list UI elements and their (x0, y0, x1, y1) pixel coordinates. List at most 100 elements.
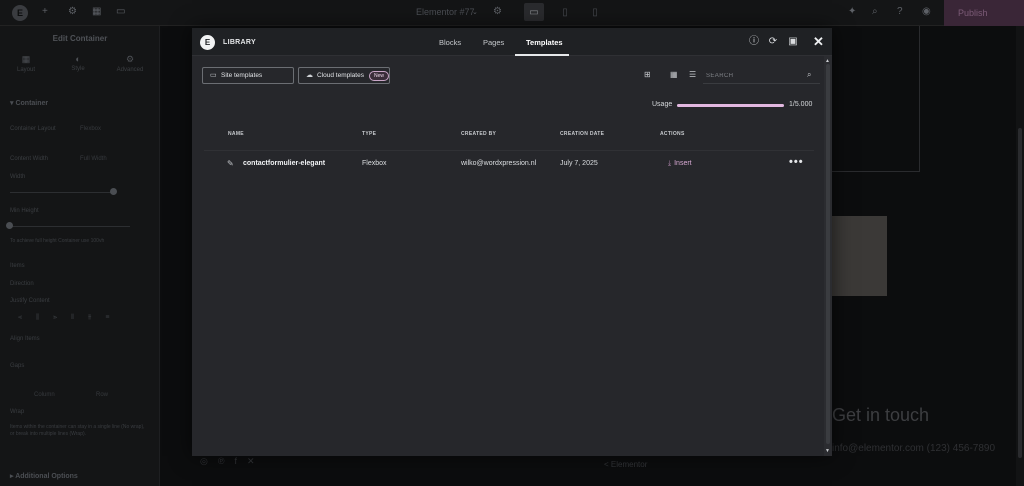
elementor-logo[interactable]: E (12, 5, 28, 21)
page-settings-icon[interactable]: ⚙ (493, 6, 502, 17)
container-layout-label: Container Layout (10, 126, 56, 132)
width-slider-track[interactable] (10, 192, 114, 193)
structure-icon[interactable]: ▦ (92, 6, 101, 17)
desktop-device-button[interactable]: ▭ (524, 3, 544, 21)
sync-icon[interactable]: ⟳ (767, 36, 779, 48)
instagram-icon: ◎ (200, 456, 208, 466)
publish-button[interactable]: Publish (944, 0, 1024, 26)
min-height-hint: To achieve full height Container use 100… (10, 238, 105, 244)
template-type: Flexbox (362, 160, 387, 167)
content-width-label: Content Width (10, 156, 49, 162)
site-templates-button[interactable]: ▭ Site templates (202, 67, 294, 84)
justify-end-icon[interactable]: ⫸ (53, 314, 57, 322)
justify-between-icon[interactable]: ⫴ (71, 314, 74, 322)
save-icon[interactable]: ▣ (787, 36, 799, 48)
usage-label: Usage (652, 101, 673, 108)
justify-evenly-icon[interactable]: ≡ (105, 314, 109, 322)
justify-start-icon[interactable]: ⫷ (18, 314, 22, 322)
x-icon: ✕ (247, 456, 255, 466)
section-additional-options[interactable]: ▸ Additional Options (10, 472, 78, 480)
more-options-icon[interactable]: ••• (789, 156, 804, 168)
container-layout-select[interactable]: Flexbox (80, 126, 101, 132)
gear-icon: ⚙ (125, 54, 135, 64)
justify-content-label: Justify Content (10, 298, 50, 304)
column-header-created-by: CREATED BY (461, 131, 497, 137)
editor-scrollbar-thumb[interactable] (1018, 128, 1022, 458)
new-badge: New (368, 70, 389, 81)
add-element-icon[interactable]: + (42, 6, 48, 17)
tab-style[interactable]: ◐ Style (52, 54, 104, 72)
tablet-icon: ▯ (562, 6, 568, 18)
document-title[interactable]: Elementor #77 (416, 7, 475, 17)
mobile-device-button[interactable]: ▯ (585, 3, 605, 21)
justify-around-icon[interactable]: ⫵ (88, 314, 91, 322)
preview-contact-line: info@elementor.com (123) 456-7890 (832, 443, 996, 454)
content-width-select[interactable]: Full Width (80, 156, 107, 162)
tablet-device-button[interactable]: ▯ (555, 3, 575, 21)
pencil-icon[interactable]: ✎ (227, 159, 234, 168)
edit-panel: Edit Container ▦ Layout ◐ Style ⚙ Advanced … (0, 26, 160, 486)
window-icon: ▭ (210, 72, 217, 79)
search-icon[interactable]: ⌕ (807, 70, 811, 80)
column-header-creation-date: CREATION DATE (560, 131, 605, 137)
min-height-slider-track[interactable] (10, 226, 130, 227)
usage-bar (677, 104, 784, 107)
cloud-icon: ☁ (306, 72, 313, 79)
comments-icon[interactable]: ▭ (116, 6, 125, 17)
tab-blocks[interactable]: Blocks (439, 38, 461, 47)
preview-container-outline (832, 26, 920, 172)
width-label: Width (10, 174, 26, 180)
editor-topbar: E + ⚙ ▦ ▭ Elementor #77 ⌄ ⚙ ▭ ▯ ▯ ✦ ⌕ ? … (0, 0, 1024, 26)
preview-eye-icon[interactable]: ◉ (922, 6, 931, 17)
section-container[interactable]: ▾ Container (10, 99, 48, 107)
library-scrollbar-thumb[interactable] (826, 64, 830, 444)
panel-title: Edit Container (52, 34, 108, 43)
grid-view-icon[interactable]: ▦ (670, 70, 678, 79)
library-title: LIBRARY (223, 39, 256, 46)
min-height-label: Min Height (10, 208, 39, 214)
tab-layout[interactable]: ▦ Layout (0, 54, 52, 73)
template-name[interactable]: contactformulier-elegant (243, 160, 325, 167)
list-view-icon[interactable]: ☰ (689, 70, 696, 79)
cloud-templates-button[interactable]: ☁ Cloud templates New (298, 67, 390, 84)
help-icon[interactable]: ? (897, 6, 903, 17)
facebook-icon: f (234, 456, 238, 466)
search-input[interactable] (706, 70, 801, 81)
editor-scrollbar[interactable] (1016, 26, 1024, 486)
direction-label: Direction (10, 281, 34, 287)
column-header-name: NAME (228, 131, 244, 137)
usage-value: 1/5.000 (789, 101, 813, 108)
download-icon: ⤓ (668, 160, 672, 167)
search-icon[interactable]: ⌕ (872, 6, 878, 17)
tab-templates[interactable]: Templates (526, 38, 563, 47)
preview-social-icons: ◎ ℗ f ✕ (200, 456, 255, 467)
site-settings-icon[interactable]: ⚙ (68, 6, 77, 17)
chevron-down-icon[interactable]: ⌄ (472, 8, 478, 16)
gaps-column-label: Column (34, 392, 55, 398)
preview-heading: Get in touch (832, 405, 930, 425)
scroll-down-icon[interactable]: ▼ (825, 448, 830, 454)
min-height-slider-handle[interactable] (6, 222, 13, 229)
ai-icon[interactable]: ✦ (848, 6, 856, 17)
wrap-hint: Items within the container can stay in a… (10, 424, 145, 437)
tab-advanced[interactable]: ⚙ Advanced (104, 54, 156, 73)
tab-pages[interactable]: Pages (483, 38, 504, 47)
template-created-by: wilko@wordxpression.nl (461, 160, 537, 167)
library-scrollbar[interactable]: ▲ ▼ (824, 56, 832, 456)
pinterest-icon: ℗ (217, 456, 225, 466)
insert-button[interactable]: ⤓ Insert (668, 160, 692, 168)
usage-bar-fill (677, 104, 784, 107)
style-icon: ◐ (75, 54, 81, 64)
wrap-label: Wrap (10, 409, 25, 415)
justify-center-icon[interactable]: ⫼ (36, 314, 39, 322)
close-icon[interactable]: ✕ (813, 34, 824, 50)
info-icon[interactable]: ⓘ (748, 36, 760, 48)
active-tab-indicator (515, 54, 569, 56)
column-header-type: TYPE (362, 131, 377, 137)
width-slider-handle[interactable] (110, 188, 117, 195)
justify-options[interactable]: ⫷ ⫼ ⫸ ⫴ ⫵ ≡ (18, 314, 109, 322)
new-folder-icon[interactable]: ⊞ (644, 70, 651, 79)
layout-icon: ▦ (21, 54, 31, 64)
mobile-icon: ▯ (592, 6, 598, 18)
preview-image-block (832, 216, 887, 296)
